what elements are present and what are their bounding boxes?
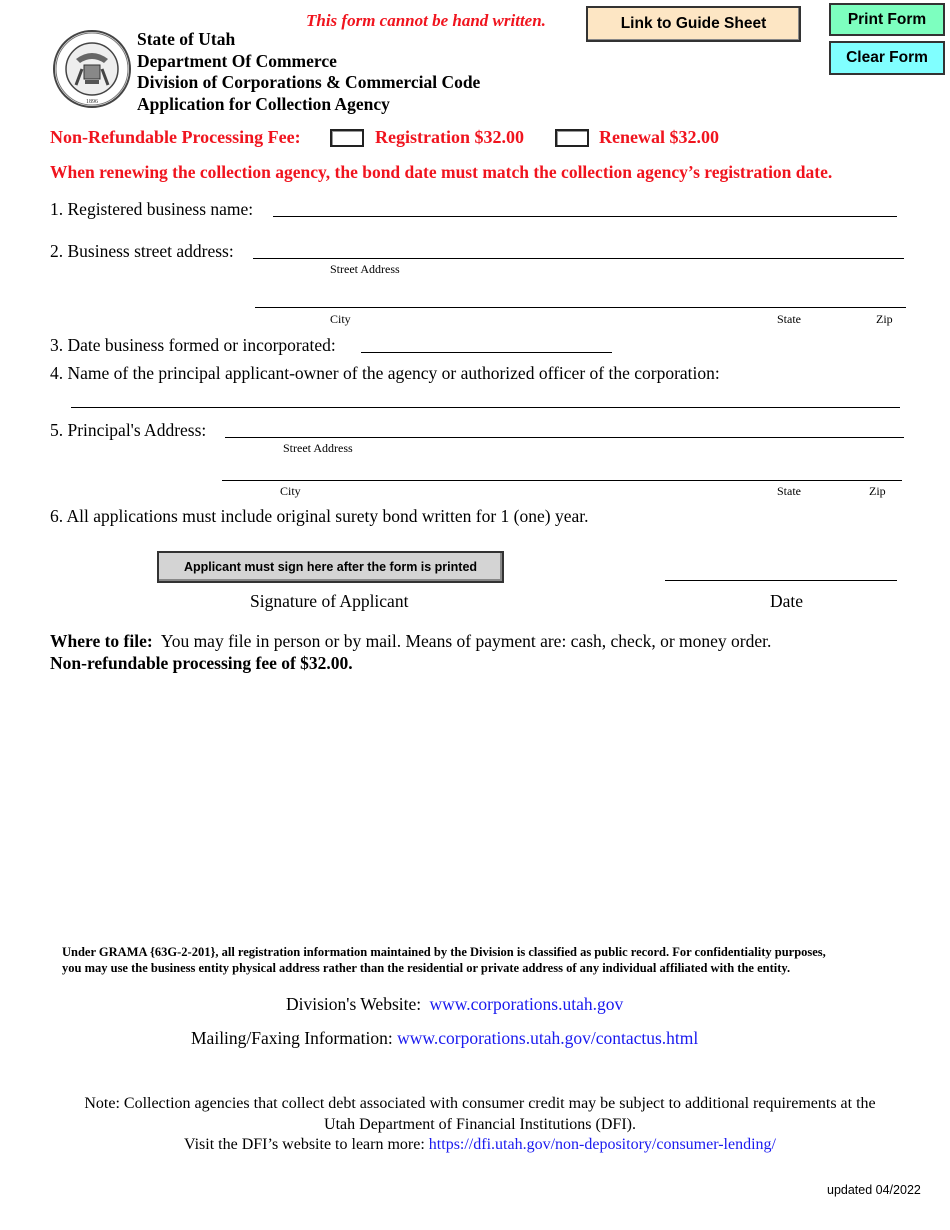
header-state: State of Utah (137, 29, 236, 49)
dfi-note-line-2: Utah Department of Financial Institution… (324, 1115, 636, 1133)
date-formed-field[interactable] (361, 352, 612, 353)
signature-area-button[interactable]: Applicant must sign here after the form … (157, 551, 504, 583)
dfi-note-line-3: Visit the DFI’s website to learn more: h… (0, 1135, 950, 1156)
registration-checkbox[interactable] (330, 129, 364, 147)
mailing-label: Mailing/Faxing Information: (191, 1028, 393, 1048)
business-city-state-zip-field[interactable] (255, 307, 906, 308)
dfi-note: Note: Collection agencies that collect d… (0, 1094, 950, 1156)
registration-fee-label: Registration $32.00 (375, 127, 524, 147)
renewal-fee-label: Renewal $32.00 (599, 127, 719, 147)
city-sublabel: City (330, 312, 351, 326)
svg-text:1896: 1896 (86, 99, 98, 105)
business-name-field[interactable] (273, 216, 897, 217)
header-department: Department Of Commerce (137, 50, 337, 71)
updated-date: updated 04/2022 (827, 1183, 921, 1197)
fee-label: Non-Refundable Processing Fee: (50, 127, 301, 147)
website-label: Division's Website: (286, 994, 422, 1014)
principal-city-state-zip-field[interactable] (222, 480, 902, 481)
grama-notice: Under GRAMA {63G-2-201}, all registratio… (62, 944, 826, 976)
date-label: Date (770, 591, 804, 611)
renewal-checkbox[interactable] (555, 129, 589, 147)
grama-line-2: you may use the business entity physical… (62, 961, 791, 975)
guide-sheet-button[interactable]: Link to Guide Sheet (586, 6, 801, 42)
header-block: State of Utah Department Of Commerce Div… (137, 29, 480, 115)
where-to-file: Where to file: You may file in person or… (50, 631, 771, 652)
principal-state-sublabel: State (777, 484, 801, 498)
q6-label: 6. All applications must include origina… (50, 506, 589, 526)
principal-street-field[interactable] (225, 437, 904, 438)
q5-label: 5. Principal's Address: (50, 420, 207, 440)
q1-label: 1. Registered business name: (50, 199, 254, 219)
zip-sublabel: Zip (876, 312, 893, 326)
handwriting-warning: This form cannot be hand written. (306, 11, 546, 30)
business-street-field[interactable] (253, 258, 904, 259)
signature-label: Signature of Applicant (250, 591, 409, 611)
dfi-note-line-1: Note: Collection agencies that collect d… (84, 1095, 876, 1112)
dfi-link[interactable]: https://dfi.utah.gov/non-depository/cons… (429, 1136, 776, 1153)
principal-street-sublabel: Street Address (283, 441, 353, 455)
mailing-link[interactable]: www.corporations.utah.gov/contactus.html (397, 1028, 698, 1048)
q3-label: 3. Date business formed or incorporated: (50, 335, 336, 355)
website-link[interactable]: www.corporations.utah.gov (429, 994, 623, 1014)
mailing-row: Mailing/Faxing Information: www.corporat… (191, 1028, 698, 1049)
principal-name-field[interactable] (71, 407, 900, 408)
principal-zip-sublabel: Zip (869, 484, 886, 498)
where-to-file-text: You may file in person or by mail. Means… (160, 631, 772, 651)
renewal-notice: When renewing the collection agency, the… (50, 162, 833, 182)
principal-city-sublabel: City (280, 484, 301, 498)
clear-form-button[interactable]: Clear Form (829, 41, 945, 75)
where-to-file-label: Where to file: (50, 631, 153, 651)
grama-line-1: Under GRAMA {63G-2-201}, all registratio… (62, 945, 826, 959)
website-row: Division's Website: www.corporations.uta… (286, 994, 623, 1015)
date-field[interactable] (665, 580, 897, 581)
q2-label: 2. Business street address: (50, 241, 234, 261)
header-division: Division of Corporations & Commercial Co… (137, 72, 481, 92)
state-sublabel: State (777, 312, 801, 326)
state-seal-icon: 1896 (52, 29, 132, 109)
header-form-title: Application for Collection Agency (137, 93, 390, 114)
processing-fee-note: Non-refundable processing fee of $32.00. (50, 653, 353, 673)
print-form-button[interactable]: Print Form (829, 3, 945, 36)
dfi-visit-text: Visit the DFI’s website to learn more: (184, 1136, 425, 1153)
q4-label: 4. Name of the principal applicant-owner… (50, 363, 720, 383)
street-sublabel: Street Address (330, 262, 400, 276)
